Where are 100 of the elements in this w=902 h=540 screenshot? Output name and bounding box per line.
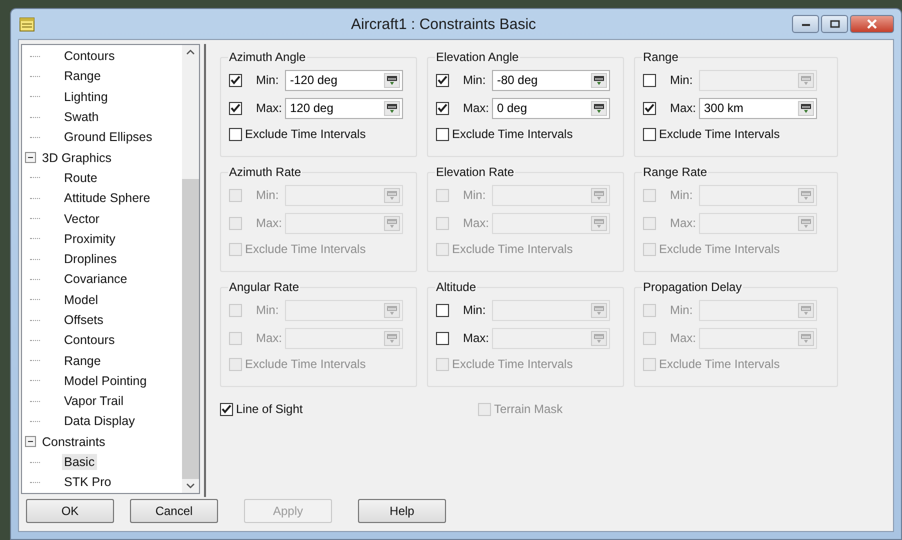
field-label: Max: bbox=[670, 101, 696, 115]
checkbox-label: Exclude Time Intervals bbox=[245, 242, 366, 256]
input-field[interactable]: 300 km bbox=[699, 98, 817, 118]
checkbox[interactable] bbox=[220, 402, 233, 416]
input-field[interactable]: 0 deg bbox=[492, 98, 610, 118]
checkbox[interactable] bbox=[436, 74, 449, 86]
field-label: Min: bbox=[256, 73, 280, 87]
input-field[interactable] bbox=[285, 300, 403, 320]
input-field[interactable] bbox=[492, 328, 610, 348]
checkbox-label: Exclude Time Intervals bbox=[659, 357, 780, 371]
notepad-icon bbox=[19, 16, 35, 32]
maximize-icon bbox=[830, 20, 840, 28]
tree-item[interactable]: Basic bbox=[62, 454, 97, 470]
checkbox-label: Exclude Time Intervals bbox=[245, 357, 366, 371]
checkbox[interactable] bbox=[229, 128, 242, 140]
field-label: Min: bbox=[670, 73, 694, 87]
field-label: Max: bbox=[463, 101, 489, 115]
checkbox-label: Exclude Time Intervals bbox=[452, 242, 573, 256]
group-title: Azimuth Rate bbox=[228, 165, 302, 179]
checkbox[interactable] bbox=[643, 74, 656, 86]
field-label: Min: bbox=[463, 303, 487, 317]
window-title: Aircraft1 : Constraints Basic bbox=[350, 16, 538, 32]
input-field[interactable] bbox=[492, 184, 610, 206]
tree-item[interactable]: Model Pointing bbox=[62, 372, 149, 389]
dialog-button[interactable]: Help bbox=[358, 499, 446, 523]
checkbox[interactable] bbox=[436, 102, 449, 114]
scroll-down-icon[interactable] bbox=[186, 483, 195, 489]
checkbox-label: Exclude Time Intervals bbox=[452, 357, 573, 371]
close-icon bbox=[866, 19, 878, 29]
group-title: Altitude bbox=[435, 280, 478, 294]
field-label: Max: bbox=[256, 216, 282, 230]
field-label: Min: bbox=[256, 303, 280, 317]
tree-item[interactable]: Contours bbox=[62, 48, 117, 64]
dialog-button[interactable]: Cancel bbox=[130, 499, 218, 523]
input-field[interactable] bbox=[699, 328, 817, 348]
dialog-button[interactable]: OK bbox=[26, 499, 114, 523]
tree-item[interactable]: Proximity bbox=[62, 230, 118, 247]
close-button[interactable] bbox=[850, 15, 894, 33]
group-title: Propagation Delay bbox=[642, 280, 743, 294]
input-field[interactable]: -120 deg bbox=[285, 70, 403, 90]
scroll-bar[interactable] bbox=[182, 45, 199, 493]
scroll-up-icon[interactable] bbox=[186, 49, 195, 55]
tree-item[interactable]: Swath bbox=[62, 109, 101, 126]
collapse-icon[interactable] bbox=[25, 436, 36, 448]
tree-item[interactable]: Range bbox=[62, 68, 103, 84]
tree-item[interactable]: Vector bbox=[62, 210, 102, 227]
tree-item[interactable]: Data Display bbox=[62, 413, 137, 430]
field-label: Max: bbox=[670, 216, 696, 230]
checkbox[interactable] bbox=[643, 128, 656, 140]
tree-item[interactable]: Droplines bbox=[62, 251, 119, 268]
field-label: Max: bbox=[463, 331, 489, 345]
field-label: Max: bbox=[670, 331, 696, 345]
tree-item[interactable]: Offsets bbox=[62, 312, 106, 328]
field-label: Min: bbox=[256, 188, 280, 202]
checkbox[interactable] bbox=[436, 128, 449, 140]
field-label: Max: bbox=[256, 331, 282, 345]
checkbox-label: Exclude Time Intervals bbox=[659, 127, 780, 141]
maximize-button[interactable] bbox=[821, 15, 848, 33]
input-field[interactable] bbox=[285, 328, 403, 348]
input-field[interactable]: -80 deg bbox=[492, 70, 610, 90]
checkbox[interactable] bbox=[643, 102, 656, 114]
checkbox-label: Exclude Time Intervals bbox=[659, 242, 780, 256]
group-title: Range Rate bbox=[642, 165, 708, 179]
input-field[interactable] bbox=[492, 212, 610, 234]
input-field[interactable] bbox=[699, 184, 817, 206]
checkbox[interactable] bbox=[436, 332, 449, 344]
input-field[interactable] bbox=[699, 70, 817, 90]
field-label: Max: bbox=[256, 101, 282, 115]
tree-item[interactable]: Covariance bbox=[62, 271, 130, 288]
field-label: Max: bbox=[463, 216, 489, 230]
checkbox-label: Terrain Mask bbox=[494, 402, 563, 416]
checkbox-label: Exclude Time Intervals bbox=[452, 127, 573, 141]
checkbox-label: Line of Sight bbox=[236, 402, 303, 416]
input-field[interactable] bbox=[699, 212, 817, 234]
input-field[interactable] bbox=[285, 184, 403, 206]
minimize-button[interactable] bbox=[792, 15, 819, 33]
tree-item[interactable]: Lighting bbox=[62, 88, 110, 105]
tree-item[interactable]: Contours bbox=[62, 332, 117, 348]
input-field[interactable] bbox=[285, 212, 403, 234]
tree-item[interactable]: Vapor Trail bbox=[62, 393, 126, 410]
tree-item[interactable]: STK Pro bbox=[62, 474, 114, 490]
tree-item[interactable]: Range bbox=[62, 352, 103, 369]
tree-item[interactable]: Model bbox=[62, 292, 100, 308]
minimize-icon bbox=[800, 21, 810, 27]
tree-item[interactable]: Attitude Sphere bbox=[62, 190, 152, 206]
group-title: Angular Rate bbox=[228, 280, 300, 294]
tree-item[interactable]: 3D Graphics bbox=[40, 150, 114, 166]
group-title: Elevation Rate bbox=[435, 165, 516, 179]
input-field[interactable] bbox=[492, 300, 610, 320]
group-title: Range bbox=[642, 50, 680, 64]
checkbox[interactable] bbox=[436, 304, 449, 316]
field-label: Min: bbox=[670, 303, 694, 317]
input-field[interactable] bbox=[699, 300, 817, 320]
tree-item[interactable]: Route bbox=[62, 170, 100, 186]
tree-item[interactable]: Ground Ellipses bbox=[62, 129, 154, 146]
tree-item[interactable]: Constraints bbox=[40, 434, 108, 450]
checkbox[interactable] bbox=[229, 74, 242, 86]
checkbox[interactable] bbox=[229, 102, 242, 114]
collapse-icon[interactable] bbox=[25, 152, 36, 164]
input-field[interactable]: 120 deg bbox=[285, 98, 403, 118]
